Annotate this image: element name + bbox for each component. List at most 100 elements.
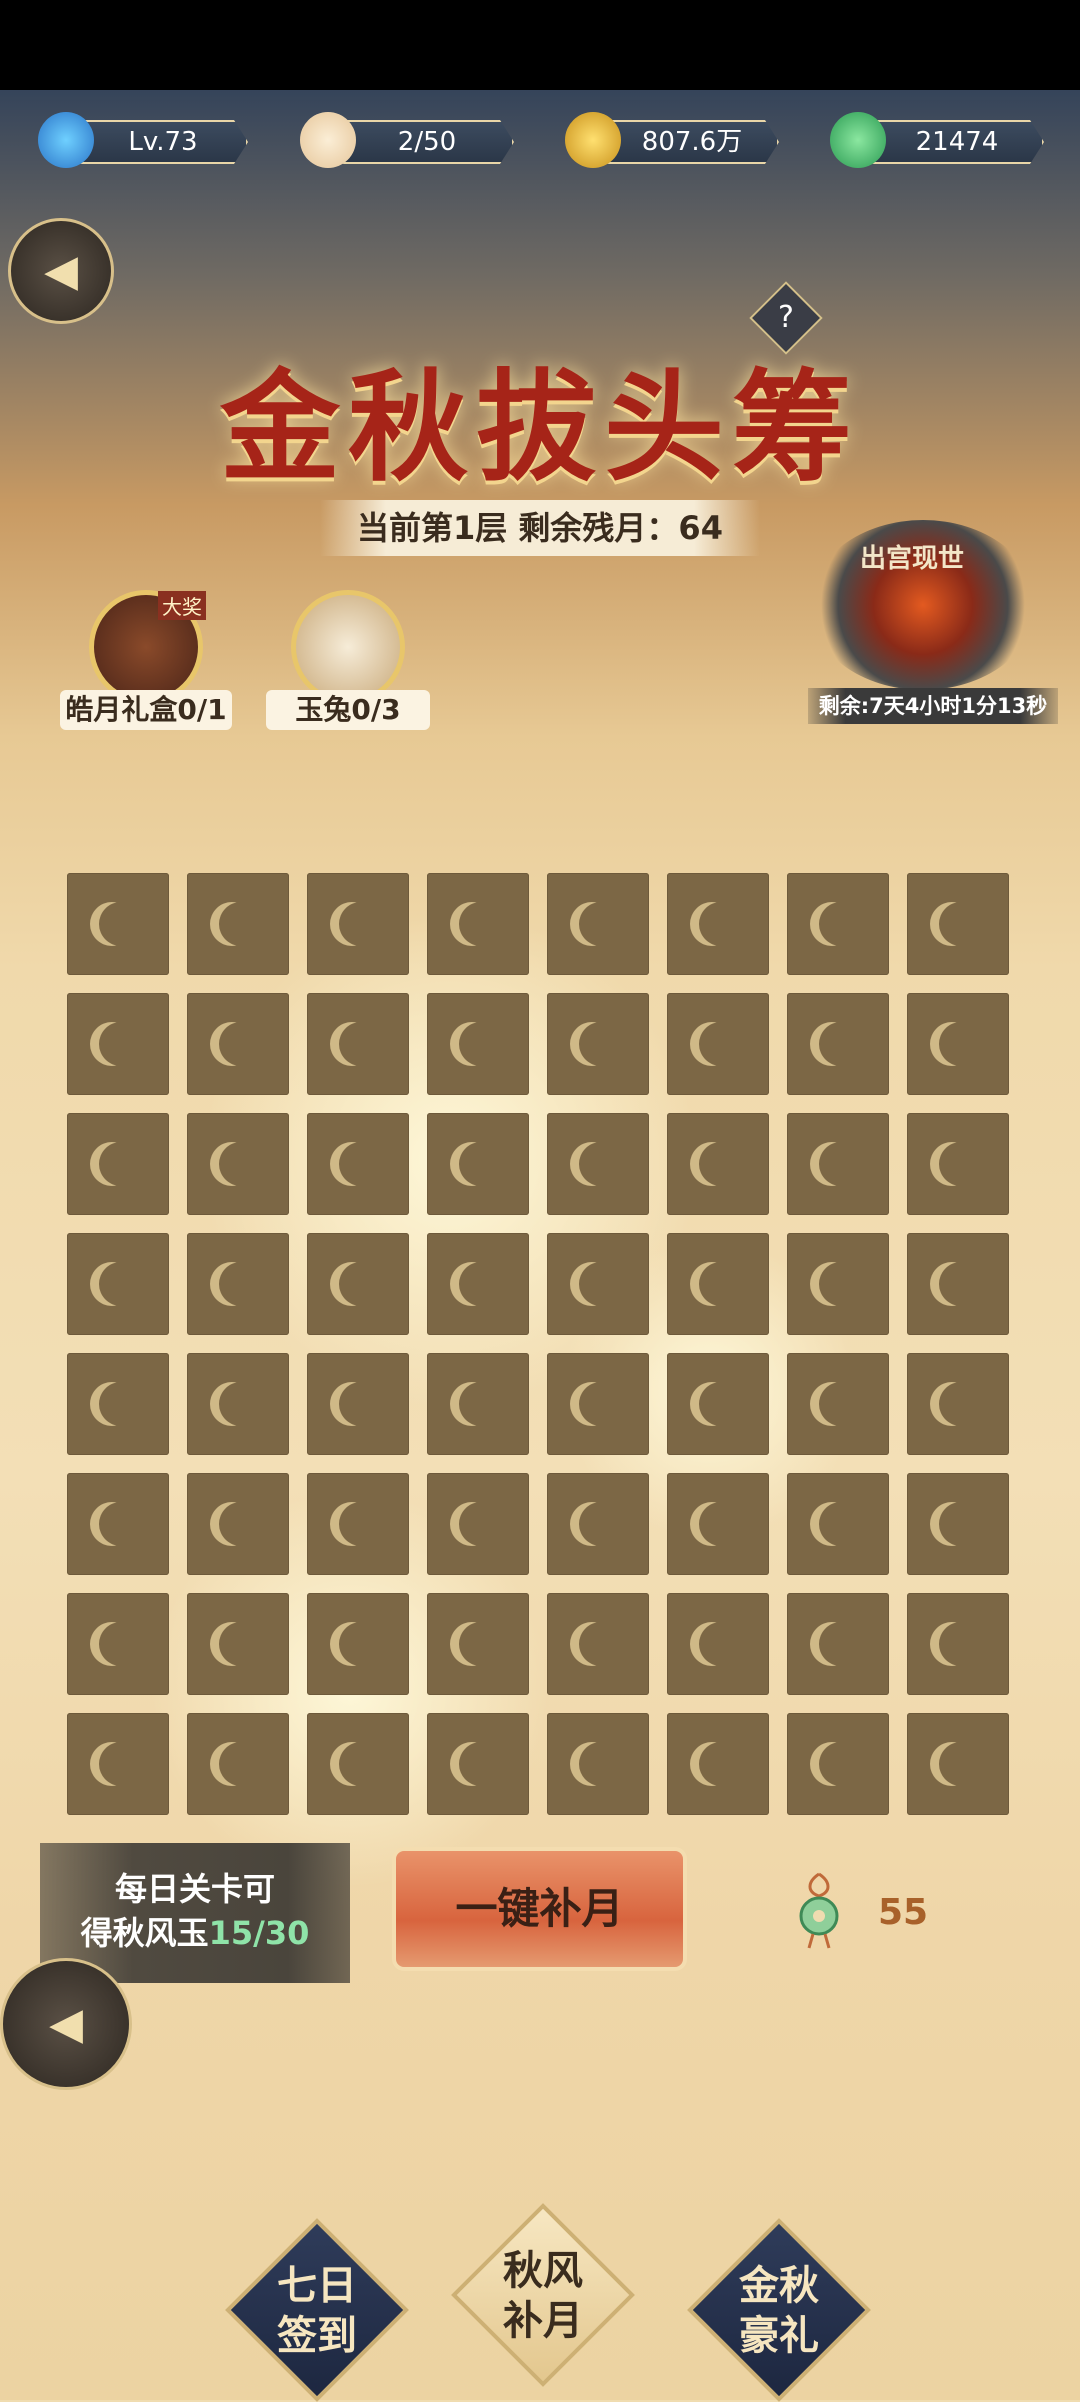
moon-tile[interactable] bbox=[547, 1473, 649, 1575]
moon-tile[interactable] bbox=[67, 1353, 169, 1455]
moon-tile[interactable] bbox=[427, 873, 529, 975]
moon-tile[interactable] bbox=[547, 1113, 649, 1215]
stamina-value: 2/50 bbox=[340, 120, 514, 164]
floor-status: 当前第1层 剩余残月：64 bbox=[320, 500, 760, 556]
moon-tile[interactable] bbox=[187, 1473, 289, 1575]
nav-autumn-gift[interactable]: 金秋 豪礼 bbox=[687, 2218, 871, 2402]
moon-tile[interactable] bbox=[67, 873, 169, 975]
reward-moon-gift-box[interactable]: 大奖 皓月礼盒0/1 bbox=[60, 590, 232, 730]
moon-tile[interactable] bbox=[787, 873, 889, 975]
gold-coin-icon bbox=[565, 112, 621, 168]
level-display[interactable]: Lv.73 bbox=[38, 112, 248, 168]
moon-tile[interactable] bbox=[547, 1353, 649, 1455]
moon-tile[interactable] bbox=[787, 1113, 889, 1215]
moon-tile[interactable] bbox=[307, 1113, 409, 1215]
moon-tile[interactable] bbox=[187, 1713, 289, 1815]
side-menu-button[interactable]: ◀ bbox=[0, 1958, 132, 2090]
one-key-refill-button[interactable]: 一键补月 bbox=[392, 1847, 687, 1971]
nav-label: 豪礼 bbox=[739, 2312, 819, 2359]
moon-tile[interactable] bbox=[547, 1593, 649, 1695]
moon-tile[interactable] bbox=[67, 1233, 169, 1335]
moon-tile[interactable] bbox=[67, 1713, 169, 1815]
moon-tile[interactable] bbox=[667, 1113, 769, 1215]
moon-tile[interactable] bbox=[907, 1353, 1009, 1455]
moon-tile[interactable] bbox=[907, 1113, 1009, 1215]
jade-value: 21474 bbox=[870, 120, 1044, 164]
moon-tile[interactable] bbox=[787, 1353, 889, 1455]
moon-tile[interactable] bbox=[667, 1713, 769, 1815]
moon-tile[interactable] bbox=[667, 993, 769, 1095]
jade-rabbit-icon bbox=[291, 590, 405, 704]
moon-tile[interactable] bbox=[307, 1473, 409, 1575]
stamina-display[interactable]: 2/50 bbox=[300, 112, 515, 168]
moon-tile[interactable] bbox=[547, 993, 649, 1095]
nav-label: 金秋 bbox=[739, 2262, 819, 2309]
coins-value: 807.6万 bbox=[605, 120, 779, 164]
nav-label: 七日 bbox=[277, 2262, 357, 2309]
moon-tile[interactable] bbox=[307, 1713, 409, 1815]
moon-tile[interactable] bbox=[667, 1473, 769, 1575]
reward-jade-rabbit[interactable]: 玉兔0/3 bbox=[266, 590, 430, 730]
moon-tile[interactable] bbox=[907, 1233, 1009, 1335]
moon-tile[interactable] bbox=[67, 993, 169, 1095]
nav-seven-day-signin[interactable]: 七日 签到 bbox=[225, 2218, 409, 2402]
back-button[interactable]: ◀ bbox=[8, 218, 114, 324]
moon-tile[interactable] bbox=[307, 873, 409, 975]
moon-tile[interactable] bbox=[907, 993, 1009, 1095]
moon-tile[interactable] bbox=[427, 1473, 529, 1575]
moon-tile[interactable] bbox=[187, 873, 289, 975]
status-bar bbox=[0, 0, 1080, 90]
bun-icon bbox=[300, 112, 356, 168]
moon-tile[interactable] bbox=[787, 1473, 889, 1575]
moon-tile[interactable] bbox=[667, 1353, 769, 1455]
moon-tile[interactable] bbox=[907, 1593, 1009, 1695]
moon-tile[interactable] bbox=[907, 873, 1009, 975]
moon-tile[interactable] bbox=[67, 1113, 169, 1215]
moon-tile[interactable] bbox=[187, 1353, 289, 1455]
gift-box-icon: 大奖 bbox=[89, 590, 206, 704]
moon-tile[interactable] bbox=[187, 993, 289, 1095]
moon-tile[interactable] bbox=[667, 1593, 769, 1695]
daily-line2: 得秋风玉15/30 bbox=[80, 1914, 310, 1952]
moon-tile[interactable] bbox=[307, 1593, 409, 1695]
nav-label: 秋风 bbox=[503, 2247, 583, 2294]
moon-tile[interactable] bbox=[427, 1233, 529, 1335]
moon-tile[interactable] bbox=[187, 1233, 289, 1335]
dragon-level-icon bbox=[38, 112, 94, 168]
back-arrow-icon: ◀ bbox=[44, 245, 78, 297]
jade-pendant-icon bbox=[793, 1872, 845, 1950]
moon-tile[interactable] bbox=[307, 1233, 409, 1335]
moon-tile[interactable] bbox=[667, 873, 769, 975]
moon-tile[interactable] bbox=[307, 993, 409, 1095]
moon-tile[interactable] bbox=[307, 1353, 409, 1455]
moon-tile[interactable] bbox=[427, 1593, 529, 1695]
moon-tile[interactable] bbox=[67, 1473, 169, 1575]
coins-display[interactable]: 807.6万 bbox=[565, 112, 780, 168]
jade-display[interactable]: 21474 bbox=[830, 112, 1045, 168]
moon-tile[interactable] bbox=[427, 993, 529, 1095]
moon-tile[interactable] bbox=[547, 1233, 649, 1335]
moon-tile[interactable] bbox=[787, 993, 889, 1095]
moon-tile[interactable] bbox=[67, 1593, 169, 1695]
nav-autumn-refill[interactable]: 秋风 补月 bbox=[451, 2203, 635, 2387]
moon-tile[interactable] bbox=[787, 1593, 889, 1695]
daily-line1: 每日关卡可 bbox=[114, 1870, 275, 1908]
moon-tile[interactable] bbox=[667, 1233, 769, 1335]
nav-label: 补月 bbox=[503, 2297, 583, 2344]
moon-tile[interactable] bbox=[427, 1353, 529, 1455]
moon-tile[interactable] bbox=[547, 873, 649, 975]
daily-progress: 15/30 bbox=[208, 1914, 310, 1952]
level-value: Lv.73 bbox=[78, 120, 248, 164]
jade-pendant-count: 55 bbox=[878, 1892, 929, 1933]
moon-tile[interactable] bbox=[427, 1113, 529, 1215]
moon-tile[interactable] bbox=[427, 1713, 529, 1815]
moon-tile[interactable] bbox=[907, 1473, 1009, 1575]
moon-tile[interactable] bbox=[787, 1233, 889, 1335]
menu-arrow-icon: ◀ bbox=[49, 1998, 83, 2050]
grand-prize-tag: 大奖 bbox=[158, 591, 206, 620]
moon-tile[interactable] bbox=[187, 1593, 289, 1695]
moon-tile[interactable] bbox=[907, 1713, 1009, 1815]
moon-tile[interactable] bbox=[547, 1713, 649, 1815]
moon-tile[interactable] bbox=[187, 1113, 289, 1215]
moon-tile[interactable] bbox=[787, 1713, 889, 1815]
